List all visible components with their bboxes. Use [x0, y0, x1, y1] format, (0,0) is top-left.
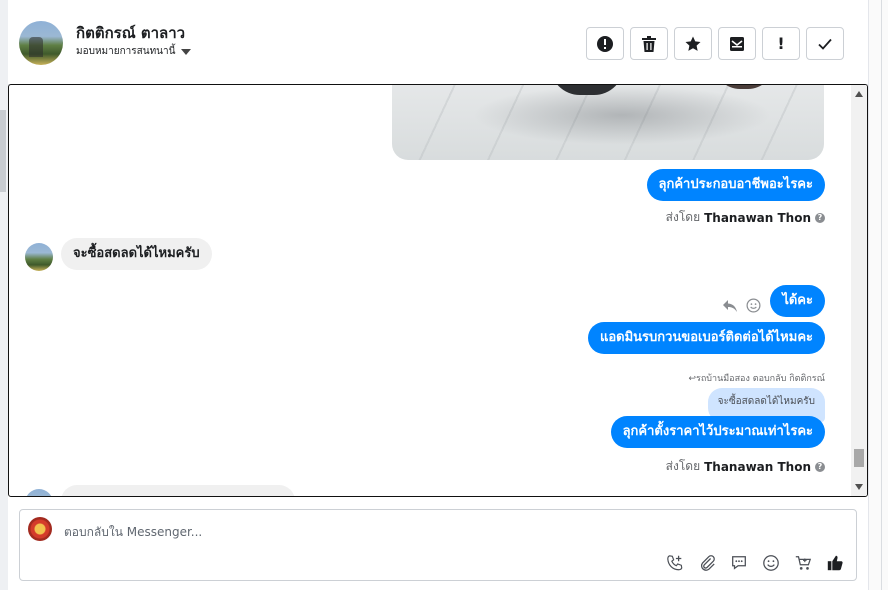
- archive-icon: [730, 36, 744, 51]
- alert-icon: [597, 35, 613, 52]
- outgoing-message[interactable]: ลุกค้าตั้งราคาไว้ประมาณเท่าไรคะ: [610, 416, 825, 448]
- exclamation-icon: !: [777, 34, 785, 53]
- contact-avatar[interactable]: [19, 21, 63, 65]
- photo-shadow: [472, 85, 772, 145]
- contact-avatar-small[interactable]: [25, 489, 53, 496]
- emoji-icon[interactable]: [760, 552, 782, 574]
- thread-scrollbar[interactable]: [851, 85, 867, 496]
- message-actions: [722, 298, 761, 313]
- alert-button[interactable]: [586, 27, 624, 60]
- star-button[interactable]: [674, 27, 712, 60]
- call-add-icon[interactable]: [664, 552, 686, 574]
- conversation-header: กิตติกรณ์ ตาลาว มอบหมายการสนทนานี้ !: [8, 0, 868, 85]
- sent-by-label: ส่งโดย Thanawan Thon ?: [666, 457, 825, 476]
- incoming-message-cut[interactable]: [61, 485, 295, 496]
- right-divider: [881, 0, 882, 590]
- caret-down-icon: [181, 48, 192, 55]
- sent-by-prefix: ส่งโดย: [665, 210, 701, 224]
- contact-name[interactable]: กิตติกรณ์ ตาลาว: [76, 21, 185, 45]
- help-icon[interactable]: ?: [815, 212, 825, 223]
- contact-avatar-small[interactable]: [25, 243, 53, 271]
- like-icon[interactable]: [824, 552, 846, 574]
- reply-composer[interactable]: ตอบกลับใน Messenger...: [19, 509, 857, 581]
- assign-conversation-dropdown[interactable]: มอบหมายการสนทนานี้: [76, 44, 192, 59]
- left-page-scroll[interactable]: [0, 0, 8, 590]
- archive-button[interactable]: [718, 27, 756, 60]
- sent-by-prefix: ส่งโดย: [665, 459, 701, 473]
- reply-input[interactable]: ตอบกลับใน Messenger...: [64, 523, 202, 542]
- check-icon: [818, 38, 832, 50]
- shared-photo[interactable]: [392, 85, 824, 160]
- right-page-edge: [868, 0, 888, 590]
- outgoing-message[interactable]: ได้คะ: [770, 285, 825, 317]
- shop-icon[interactable]: [792, 552, 814, 574]
- message-thread[interactable]: ลุกค้าประกอบอาชีพอะไรคะ ส่งโดย Thanawan …: [8, 84, 868, 497]
- sent-by-label: ส่งโดย Thanawan Thon ?: [666, 208, 825, 227]
- saved-reply-icon[interactable]: [728, 552, 750, 574]
- outgoing-message[interactable]: แอดมินรบกวนขอเบอร์ติดต่อได้ไหมคะ: [587, 322, 825, 354]
- mark-spam-button[interactable]: !: [762, 27, 800, 60]
- page-avatar: [28, 517, 52, 541]
- scroll-down-arrow[interactable]: [855, 484, 863, 490]
- left-scroll-thumb[interactable]: [0, 110, 6, 192]
- scroll-up-arrow[interactable]: [855, 91, 863, 97]
- sent-by-name[interactable]: Thanawan Thon: [704, 211, 811, 225]
- react-emoji-icon[interactable]: [746, 298, 761, 313]
- sent-by-name[interactable]: Thanawan Thon: [704, 460, 811, 474]
- help-icon[interactable]: ?: [815, 461, 825, 472]
- attachment-icon[interactable]: [696, 552, 718, 574]
- reply-context-label: ↩รถบ้านมือสอง ตอบกลับ กิตติกรณ์: [688, 374, 825, 384]
- delete-button[interactable]: [630, 27, 668, 60]
- scroll-thumb[interactable]: [854, 449, 864, 467]
- conversation-toolbar: !: [586, 27, 844, 60]
- trash-icon: [642, 35, 656, 52]
- incoming-message[interactable]: จะซื้อสดลดได้ไหมครับ: [61, 238, 212, 270]
- reply-icon[interactable]: [722, 299, 738, 313]
- outgoing-message[interactable]: ลุกค้าประกอบอาชีพอะไรคะ: [646, 169, 825, 201]
- star-icon: [685, 36, 701, 51]
- assign-label: มอบหมายการสนทนานี้: [76, 46, 176, 57]
- composer-actions: [664, 552, 846, 574]
- mark-done-button[interactable]: [806, 27, 844, 60]
